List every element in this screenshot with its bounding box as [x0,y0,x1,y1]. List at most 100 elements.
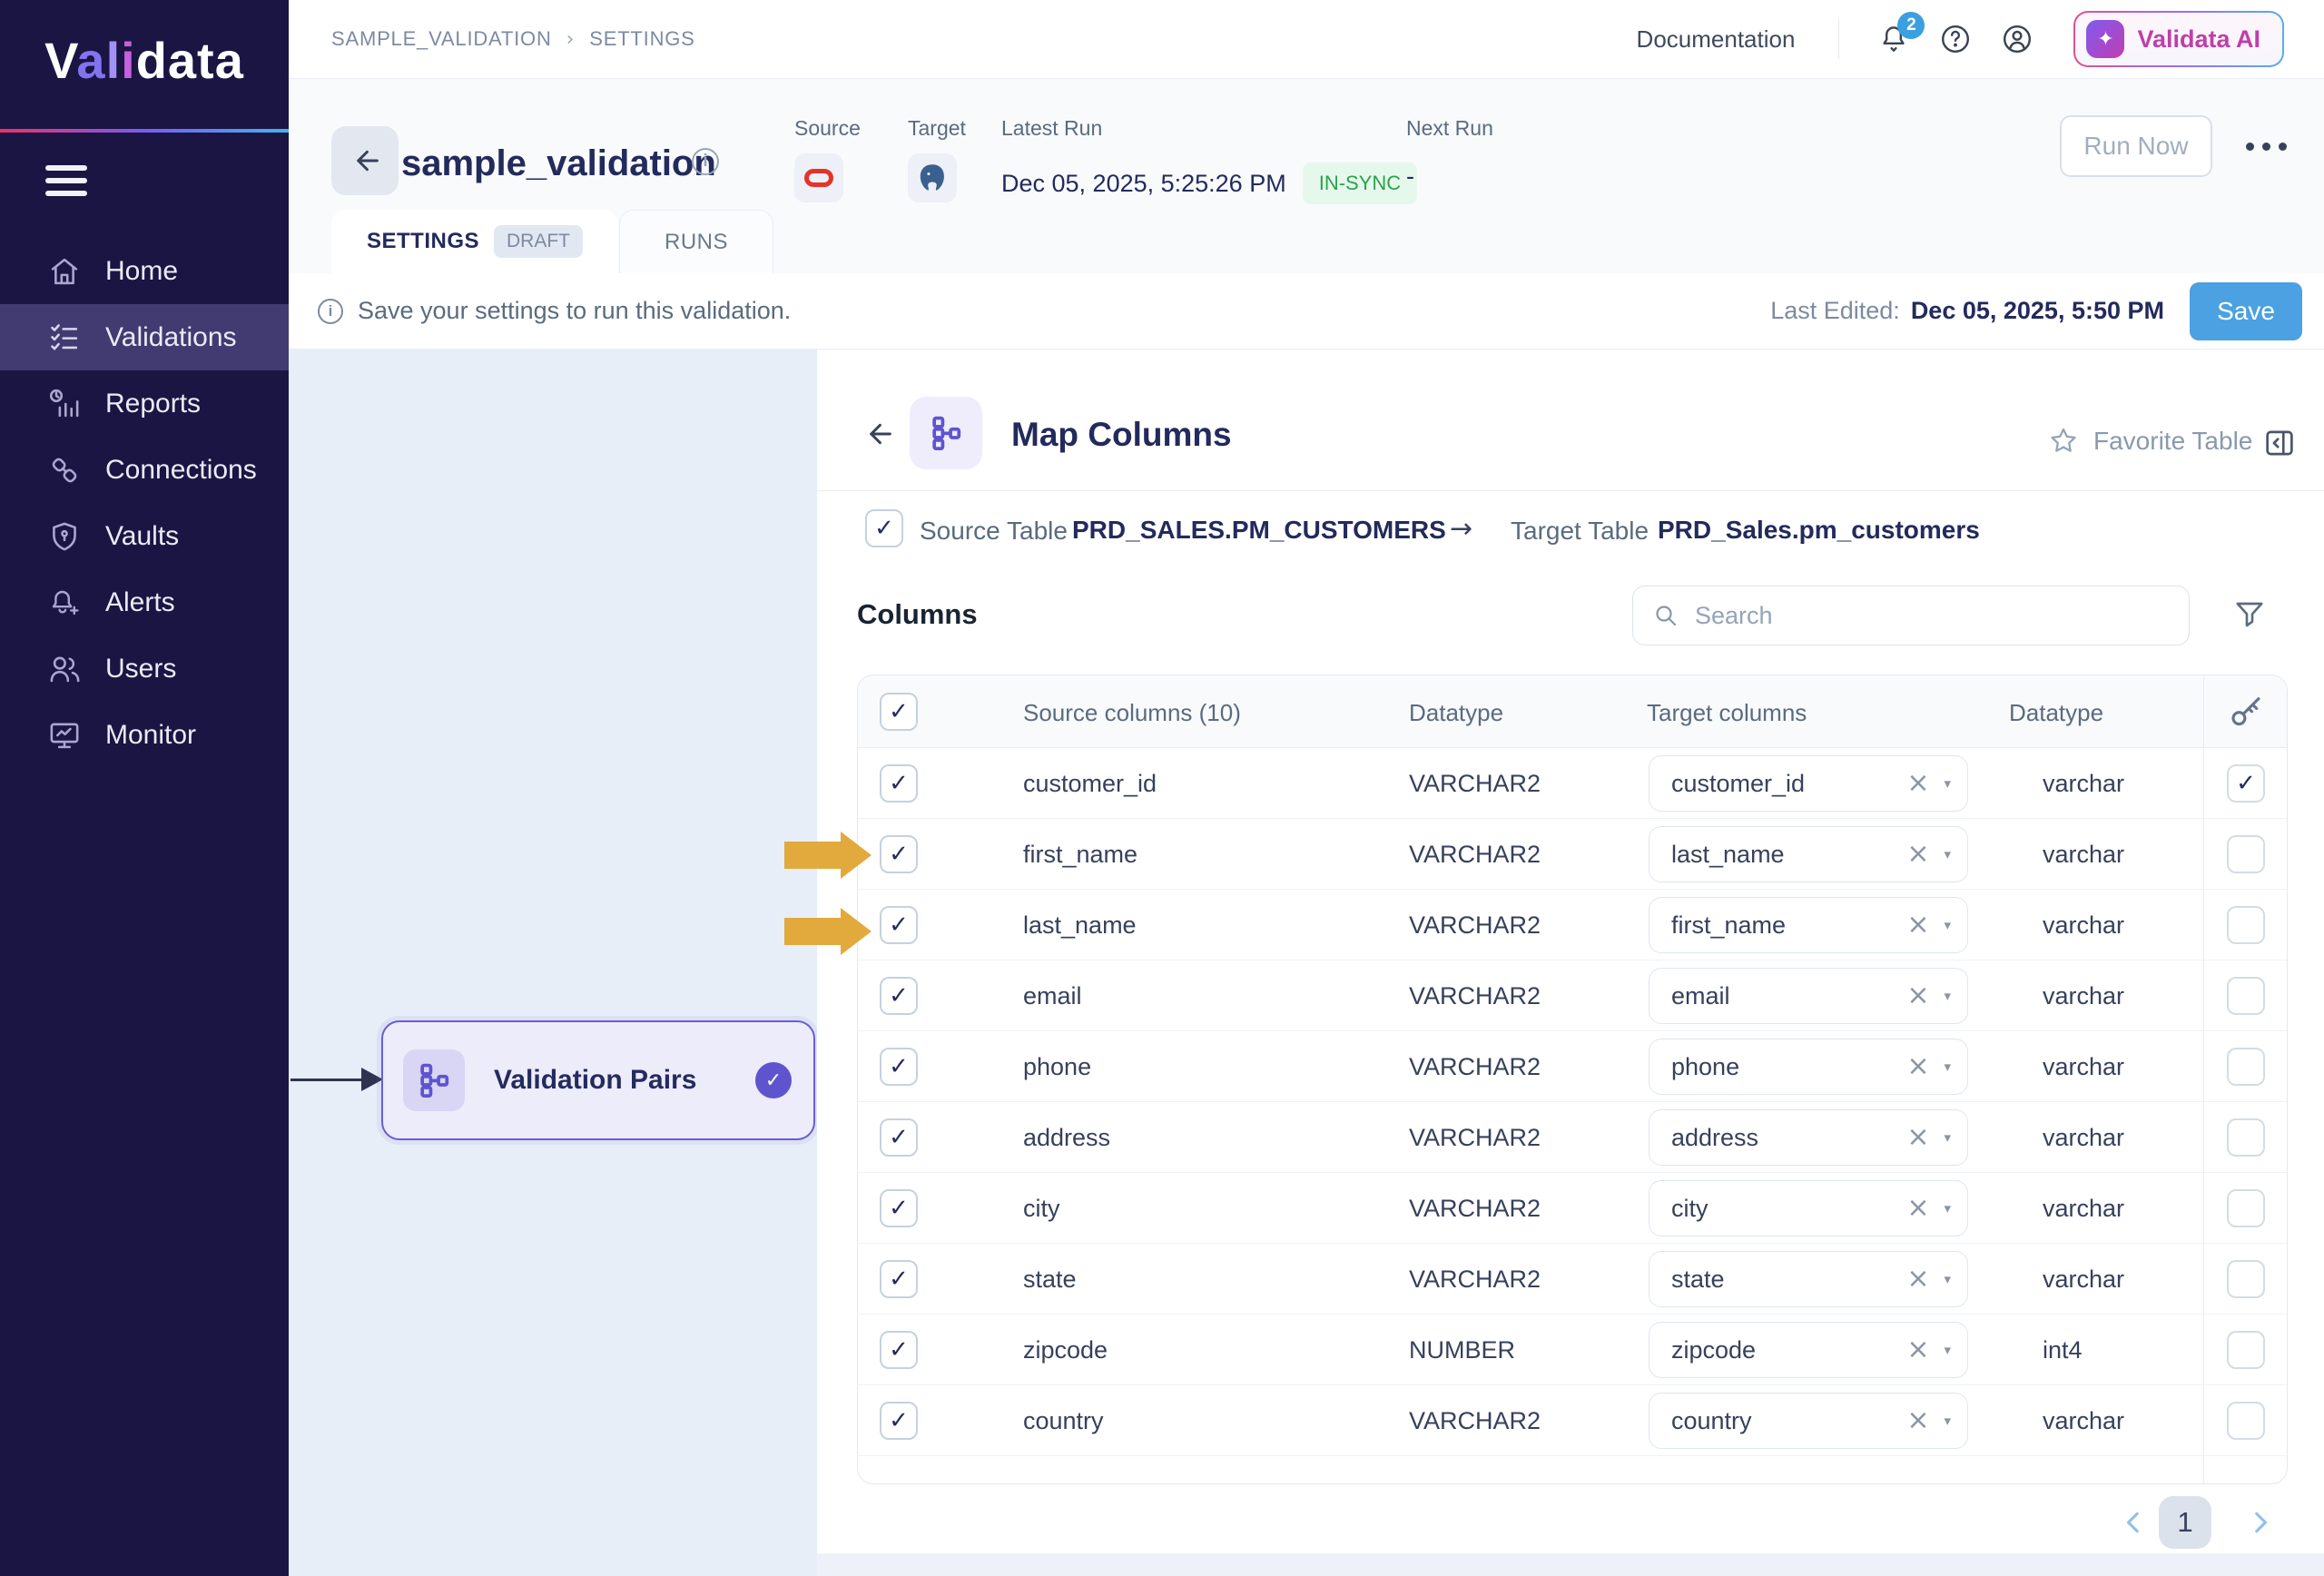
dropdown-caret-icon[interactable]: ▾ [1944,1200,1951,1216]
key-checkbox[interactable] [2227,1331,2265,1369]
tab-runs[interactable]: RUNS [619,210,773,273]
sidebar-item-home[interactable]: Home [0,238,289,304]
target-column-select[interactable]: email × ▾ [1649,968,1968,1024]
clear-icon[interactable]: × [1906,770,1929,797]
clear-icon[interactable]: × [1906,1407,1929,1434]
next-run-value: - [1406,163,1414,191]
clear-icon[interactable]: × [1906,1053,1929,1080]
ai-chat-sparkle-icon: ✦ [2086,20,2124,58]
dropdown-caret-icon[interactable]: ▾ [1944,988,1951,1004]
search-input[interactable] [1695,602,2169,630]
target-column-select[interactable]: phone × ▾ [1649,1039,1968,1095]
row-checkbox[interactable] [880,1048,918,1086]
validation-flow-canvas[interactable]: Validation Pairs ✓ [289,350,817,1576]
key-checkbox[interactable] [2227,1189,2265,1227]
target-column-select[interactable]: zipcode × ▾ [1649,1322,1968,1378]
search-icon [1653,603,1679,628]
filter-icon[interactable] [2233,598,2266,631]
key-checkbox[interactable] [2227,835,2265,873]
clear-icon[interactable]: × [1906,1336,1929,1364]
menu-toggle-button[interactable] [45,165,89,203]
dropdown-caret-icon[interactable]: ▾ [1944,1271,1951,1287]
sidebar-item-monitor[interactable]: Monitor [0,702,289,768]
favorite-table-button[interactable]: Favorite Table [2048,426,2252,457]
target-column-select[interactable]: address × ▾ [1649,1109,1968,1166]
row-checkbox[interactable] [880,1331,918,1369]
clear-icon[interactable]: × [1906,1195,1929,1222]
dropdown-caret-icon[interactable]: ▾ [1944,1129,1951,1146]
target-column-select[interactable]: customer_id × ▾ [1649,755,1968,812]
clear-icon[interactable]: × [1906,982,1929,1010]
row-checkbox[interactable] [880,1118,918,1157]
dropdown-caret-icon[interactable]: ▾ [1944,1059,1951,1075]
row-checkbox[interactable] [880,1402,918,1440]
key-checkbox[interactable] [2227,764,2265,803]
clear-icon[interactable]: × [1906,1124,1929,1151]
breadcrumb: SAMPLE_VALIDATION › SETTINGS [289,27,695,51]
breadcrumb-item[interactable]: SAMPLE_VALIDATION [331,27,552,51]
help-icon[interactable] [1937,21,1974,57]
column-mapping-table: Source columns (10) Datatype Target colu… [857,675,2288,1484]
table-row: city VARCHAR2 city × ▾ varchar [858,1173,2287,1244]
dropdown-caret-icon[interactable]: ▾ [1944,917,1951,933]
dropdown-caret-icon[interactable]: ▾ [1944,775,1951,792]
back-button[interactable] [331,126,399,195]
notifications-bell-icon[interactable]: 2 [1876,21,1912,57]
pagination-next-icon[interactable] [2246,1509,2273,1536]
run-now-button[interactable]: Run Now [2060,115,2212,177]
validata-ai-button[interactable]: ✦ Validata AI [2073,11,2284,67]
pagination-page-1[interactable]: 1 [2159,1496,2211,1549]
key-checkbox[interactable] [2227,977,2265,1015]
logo-gradient-divider [0,129,289,133]
save-button[interactable]: Save [2190,282,2302,340]
clear-icon[interactable]: × [1906,911,1929,939]
source-column-name: last_name [1023,911,1137,940]
columns-search [1632,586,2190,645]
panel-back-button[interactable] [862,419,899,455]
key-checkbox[interactable] [2227,1260,2265,1298]
dropdown-caret-icon[interactable]: ▾ [1944,1413,1951,1429]
flow-connector-arrowhead [361,1068,383,1091]
info-icon[interactable]: i [692,148,719,175]
pair-checkbox[interactable] [865,509,903,547]
target-column-select[interactable]: first_name × ▾ [1649,897,1968,953]
pagination-prev-icon[interactable] [2121,1509,2148,1536]
tab-runs-label: RUNS [665,230,728,255]
sidebar-item-reports[interactable]: Reports [0,370,289,437]
row-checkbox[interactable] [880,977,918,1015]
dropdown-caret-icon[interactable]: ▾ [1944,846,1951,862]
sidebar-item-alerts[interactable]: Alerts [0,569,289,635]
row-checkbox[interactable] [880,764,918,803]
collapse-panel-icon[interactable] [2264,428,2295,458]
target-column-select[interactable]: state × ▾ [1649,1251,1968,1307]
key-checkbox[interactable] [2227,1048,2265,1086]
validation-pairs-node[interactable]: Validation Pairs ✓ [381,1020,815,1140]
tab-settings[interactable]: SETTINGS DRAFT [331,210,618,273]
sidebar-item-connections[interactable]: Connections [0,437,289,503]
documentation-link[interactable]: Documentation [1637,25,1796,54]
sidebar-item-users[interactable]: Users [0,635,289,702]
row-checkbox[interactable] [880,835,918,873]
sidebar-item-validations[interactable]: Validations [0,304,289,370]
row-checkbox[interactable] [880,1260,918,1298]
select-all-checkbox[interactable] [880,693,918,731]
user-account-icon[interactable] [1999,21,2035,57]
target-column-select[interactable]: city × ▾ [1649,1180,1968,1236]
target-column-select[interactable]: last_name × ▾ [1649,826,1968,882]
clear-icon[interactable]: × [1906,841,1929,868]
logo-letter: V [44,32,76,89]
target-column-value: city [1671,1195,1709,1223]
row-checkbox[interactable] [880,906,918,944]
breadcrumb-item[interactable]: SETTINGS [589,27,694,51]
row-checkbox[interactable] [880,1189,918,1227]
key-checkbox[interactable] [2227,1118,2265,1157]
clear-icon[interactable]: × [1906,1266,1929,1293]
target-column-select[interactable]: country × ▾ [1649,1393,1968,1449]
sidebar-item-vaults[interactable]: Vaults [0,503,289,569]
more-options-button[interactable] [2246,135,2300,157]
key-checkbox[interactable] [2227,1402,2265,1440]
mapping-hierarchy-icon [403,1049,465,1111]
columns-heading: Columns [857,598,978,631]
key-checkbox[interactable] [2227,906,2265,944]
dropdown-caret-icon[interactable]: ▾ [1944,1342,1951,1358]
